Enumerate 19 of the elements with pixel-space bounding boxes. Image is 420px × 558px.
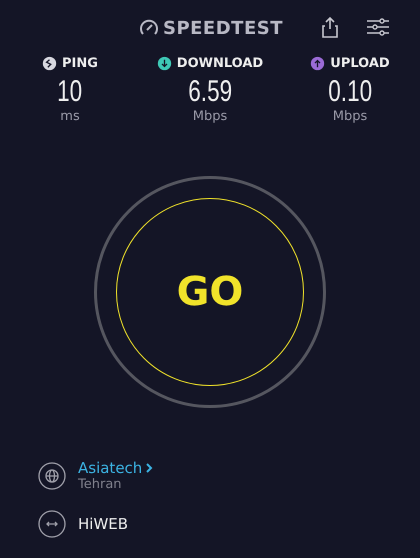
provider-name: HiWEB: [78, 515, 128, 533]
metric-unit: ms: [60, 109, 80, 124]
metric-unit: Mbps: [192, 109, 228, 124]
metric-value: 6.59: [188, 75, 232, 109]
share-icon[interactable]: [322, 16, 338, 38]
go-button[interactable]: GO: [116, 198, 304, 386]
server-link[interactable]: Asiatech: [78, 459, 154, 477]
settings-icon[interactable]: [366, 17, 390, 37]
metric-label: PING: [62, 56, 98, 71]
metric-label: UPLOAD: [330, 56, 390, 71]
connection-icon: [38, 510, 66, 538]
metric-unit: Mbps: [332, 109, 368, 124]
globe-icon: [38, 462, 66, 490]
chevron-icon: [146, 463, 154, 473]
server-location: Tehran: [78, 477, 123, 492]
metric-label: DOWNLOAD: [176, 56, 264, 71]
metric-value: 0.10: [328, 75, 372, 109]
app-title: SPEEDTEST: [162, 18, 283, 38]
metric-value: 10: [57, 75, 83, 109]
